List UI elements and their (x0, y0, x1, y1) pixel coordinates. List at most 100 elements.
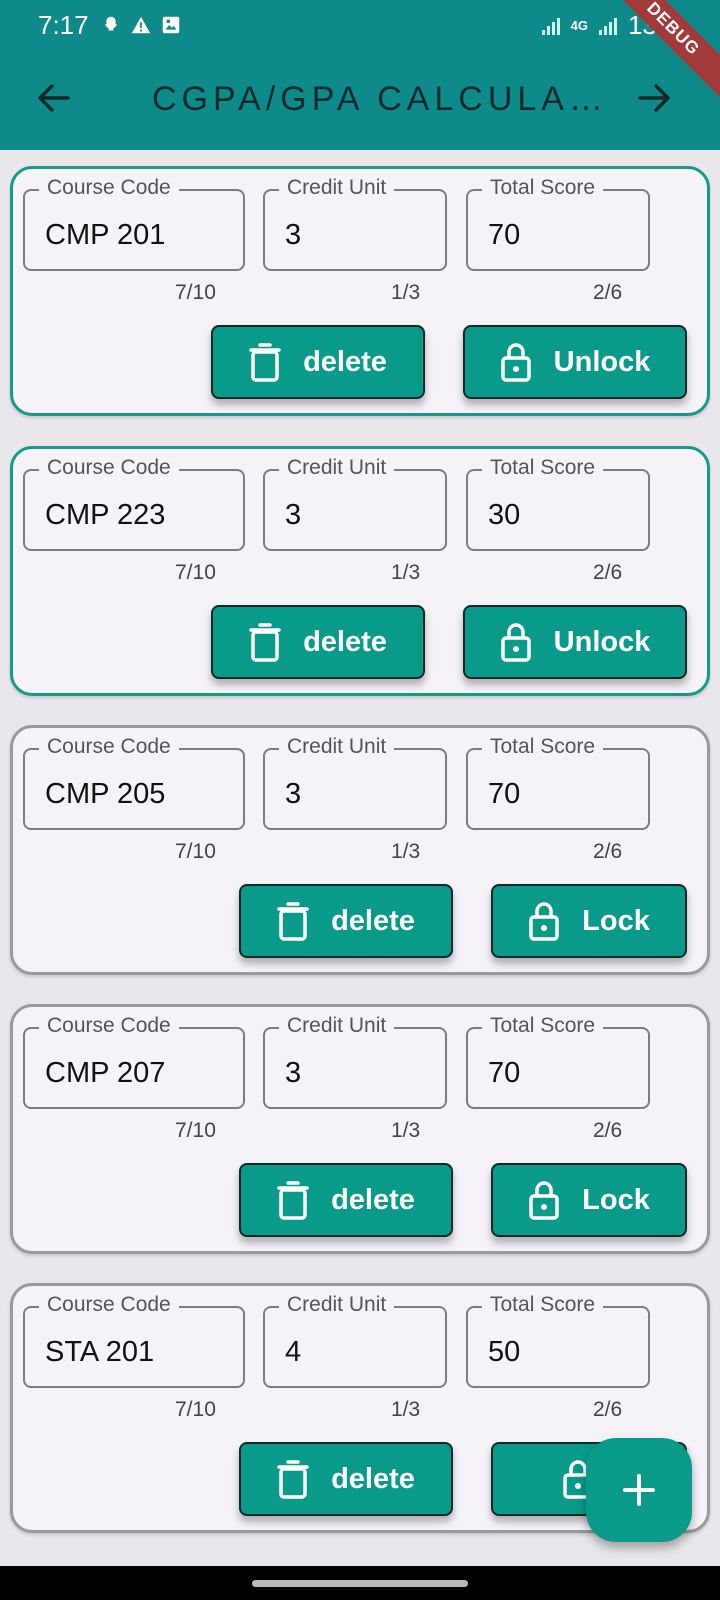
credit-unit-field[interactable]: Credit Unit 3 (263, 176, 447, 271)
credit-unit-value: 3 (285, 499, 302, 531)
credit-unit-counter: 1/3 (391, 1119, 421, 1142)
page-title: CGPA/GPA CALCULA… (152, 80, 608, 118)
delete-label: delete (331, 1183, 415, 1216)
lock-toggle-button[interactable]: Unlock (463, 605, 687, 679)
total-score-value: 50 (488, 1336, 521, 1368)
credit-unit-counter: 1/3 (391, 840, 421, 863)
trash-icon (277, 1181, 309, 1220)
total-score-field[interactable]: Total Score 30 (466, 456, 650, 551)
lock-label: Lock (582, 904, 650, 937)
lock-icon (500, 623, 531, 662)
lock-toggle-button[interactable]: Unlock (463, 325, 687, 399)
forward-arrow-icon[interactable] (630, 74, 678, 122)
credit-unit-field[interactable]: Credit Unit 3 (263, 456, 447, 551)
credit-unit-counter: 1/3 (391, 1398, 421, 1421)
credit-unit-label: Credit Unit (279, 456, 395, 480)
status-bar: 7:17 4G 13% (0, 0, 720, 52)
lock-icon (500, 343, 531, 382)
course-code-counter: 7/10 (175, 561, 216, 584)
delete-button[interactable]: delete (239, 1442, 453, 1516)
credit-unit-counter: 1/3 (391, 281, 421, 304)
credit-unit-label: Credit Unit (279, 1014, 395, 1038)
total-score-counter: 2/6 (593, 1398, 623, 1421)
warning-icon (130, 14, 152, 36)
lock-icon (529, 902, 559, 941)
course-card: Course Code CMP 205 Credit Unit 3 Total Scor… (10, 725, 710, 975)
delete-button[interactable]: delete (211, 325, 425, 399)
course-card: Course Code CMP 201 Credit Unit 3 Total Scor… (10, 166, 710, 416)
total-score-label: Total Score (482, 735, 604, 759)
back-arrow-icon[interactable] (30, 74, 78, 122)
notification-icons (100, 14, 182, 36)
course-code-field[interactable]: Course Code CMP 201 (23, 176, 245, 271)
signal-icon (541, 17, 560, 35)
total-score-field[interactable]: Total Score 50 (466, 1293, 650, 1388)
total-score-value: 70 (488, 778, 521, 810)
delete-button[interactable]: delete (211, 605, 425, 679)
plus-icon (623, 1474, 655, 1506)
delete-button[interactable]: delete (239, 1163, 453, 1237)
signal-icon-2 (598, 17, 617, 35)
add-course-button[interactable] (586, 1438, 692, 1542)
lock-icon (529, 1181, 559, 1220)
total-score-counter: 2/6 (593, 561, 623, 584)
credit-unit-label: Credit Unit (279, 1293, 395, 1317)
credit-unit-value: 3 (285, 219, 302, 251)
total-score-value: 70 (488, 1057, 521, 1089)
total-score-label: Total Score (482, 176, 604, 200)
network-type: 4G (570, 18, 588, 33)
status-time: 7:17 (38, 10, 89, 40)
course-code-counter: 7/10 (175, 281, 216, 304)
course-code-field[interactable]: Course Code CMP 207 (23, 1014, 245, 1109)
screen: 7:17 4G 13% CGPA/GPA CALCULA… DEBUG (0, 0, 720, 1600)
course-code-counter: 7/10 (175, 840, 216, 863)
total-score-field[interactable]: Total Score 70 (466, 1014, 650, 1109)
course-code-label: Course Code (39, 176, 179, 200)
course-code-value: CMP 223 (45, 499, 166, 531)
credit-unit-field[interactable]: Credit Unit 3 (263, 735, 447, 830)
credit-unit-field[interactable]: Credit Unit 3 (263, 1014, 447, 1109)
total-score-value: 30 (488, 499, 521, 531)
lock-label: Unlock (553, 345, 651, 378)
total-score-counter: 2/6 (593, 1119, 623, 1142)
course-code-value: CMP 201 (45, 219, 166, 251)
total-score-label: Total Score (482, 1014, 604, 1038)
course-code-label: Course Code (39, 1014, 179, 1038)
total-score-counter: 2/6 (593, 840, 623, 863)
course-code-value: STA 201 (45, 1336, 155, 1368)
total-score-value: 70 (488, 219, 521, 251)
credit-unit-label: Credit Unit (279, 735, 395, 759)
course-card: Course Code CMP 207 Credit Unit 3 Total Scor… (10, 1004, 710, 1254)
course-card: Course Code CMP 223 Credit Unit 3 Total Scor… (10, 446, 710, 696)
app-bar: CGPA/GPA CALCULA… (0, 52, 720, 150)
delete-label: delete (331, 1462, 415, 1495)
course-code-counter: 7/10 (175, 1119, 216, 1142)
course-code-field[interactable]: Course Code CMP 223 (23, 456, 245, 551)
credit-unit-value: 3 (285, 1057, 302, 1089)
total-score-field[interactable]: Total Score 70 (466, 735, 650, 830)
lock-toggle-button[interactable]: Lock (491, 1163, 687, 1237)
credit-unit-counter: 1/3 (391, 561, 421, 584)
course-code-field[interactable]: Course Code STA 201 (23, 1293, 245, 1388)
course-code-label: Course Code (39, 456, 179, 480)
course-code-field[interactable]: Course Code CMP 205 (23, 735, 245, 830)
delete-label: delete (331, 904, 415, 937)
total-score-field[interactable]: Total Score 70 (466, 176, 650, 271)
course-code-counter: 7/10 (175, 1398, 216, 1421)
credit-unit-value: 3 (285, 778, 302, 810)
total-score-counter: 2/6 (593, 281, 623, 304)
lock-toggle-button[interactable]: Lock (491, 884, 687, 958)
credit-unit-label: Credit Unit (279, 176, 395, 200)
trash-icon (277, 1460, 309, 1499)
trash-icon (277, 902, 309, 941)
course-code-label: Course Code (39, 1293, 179, 1317)
delete-label: delete (303, 625, 387, 658)
delete-label: delete (303, 345, 387, 378)
total-score-label: Total Score (482, 1293, 604, 1317)
credit-unit-field[interactable]: Credit Unit 4 (263, 1293, 447, 1388)
lock-label: Lock (582, 1183, 650, 1216)
delete-button[interactable]: delete (239, 884, 453, 958)
system-nav-bar (0, 1566, 720, 1600)
home-gesture-handle[interactable] (252, 1580, 468, 1587)
trash-icon (249, 623, 281, 662)
